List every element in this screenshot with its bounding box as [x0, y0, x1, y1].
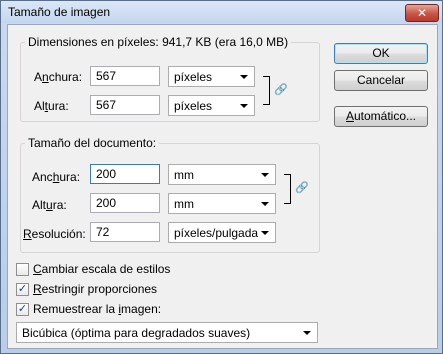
document-size-title: Tamaño del documento:: [25, 136, 160, 150]
cancel-button[interactable]: Cancelar: [334, 70, 428, 91]
chain-link-icon: 🔗: [295, 182, 309, 194]
resolution-label: Resolución:: [23, 227, 86, 241]
doc-height-unit-select[interactable]: mm: [168, 193, 276, 214]
scale-styles-label[interactable]: Cambiar escala de estilos: [33, 262, 170, 276]
pixel-height-unit-select[interactable]: píxeles: [168, 95, 255, 116]
image-size-dialog: Tamaño de imagen ✕ Dimensiones en píxele…: [0, 0, 443, 354]
window-title: Tamaño de imagen: [8, 5, 111, 19]
doc-constrain-bracket: [284, 174, 291, 204]
title-bar[interactable]: Tamaño de imagen ✕: [1, 1, 442, 23]
doc-height-label: Altura:: [32, 198, 67, 212]
chevron-down-icon: [240, 75, 248, 79]
constrain-bracket: [263, 76, 270, 105]
chain-link-icon: 🔗: [274, 84, 288, 96]
resolution-input[interactable]: 72: [90, 222, 160, 242]
chevron-down-icon: [261, 202, 269, 206]
dialog-client: Dimensiones en píxeles: 941,7 KB (era 16…: [7, 24, 438, 349]
chevron-down-icon: [240, 104, 248, 108]
resample-method-select[interactable]: Bicúbica (óptima para degradados suaves): [16, 322, 318, 343]
doc-width-unit-select[interactable]: mm: [168, 164, 276, 185]
scale-styles-checkbox[interactable]: [16, 263, 29, 276]
resolution-unit-select[interactable]: píxeles/pulgada: [168, 222, 276, 243]
close-button[interactable]: ✕: [405, 4, 439, 22]
pixel-width-unit-select[interactable]: píxeles: [168, 66, 255, 87]
pixel-width-label: Anchura:: [34, 70, 83, 84]
doc-width-label: Anchura:: [32, 170, 81, 184]
ok-button[interactable]: OK: [334, 43, 428, 64]
constrain-proportions-label[interactable]: Restringir proporciones: [33, 282, 157, 296]
auto-button[interactable]: Automático...: [334, 106, 428, 127]
resample-image-checkbox[interactable]: ✓: [16, 303, 29, 316]
pixel-height-input[interactable]: 567: [90, 95, 160, 115]
chevron-down-icon: [261, 173, 269, 177]
doc-width-input[interactable]: 200: [90, 164, 160, 184]
pixel-dimensions-title: Dimensiones en píxeles: 941,7 KB (era 16…: [25, 35, 292, 49]
pixel-width-input[interactable]: 567: [90, 66, 160, 86]
resample-image-label[interactable]: Remuestrear la imagen:: [33, 302, 161, 316]
constrain-proportions-checkbox[interactable]: ✓: [16, 283, 29, 296]
chevron-down-icon: [261, 231, 269, 235]
doc-height-input[interactable]: 200: [90, 193, 160, 213]
chevron-down-icon: [303, 331, 311, 335]
checkmark-icon: ✓: [17, 303, 28, 315]
checkmark-icon: ✓: [17, 283, 28, 295]
pixel-height-label: Altura:: [34, 99, 69, 113]
